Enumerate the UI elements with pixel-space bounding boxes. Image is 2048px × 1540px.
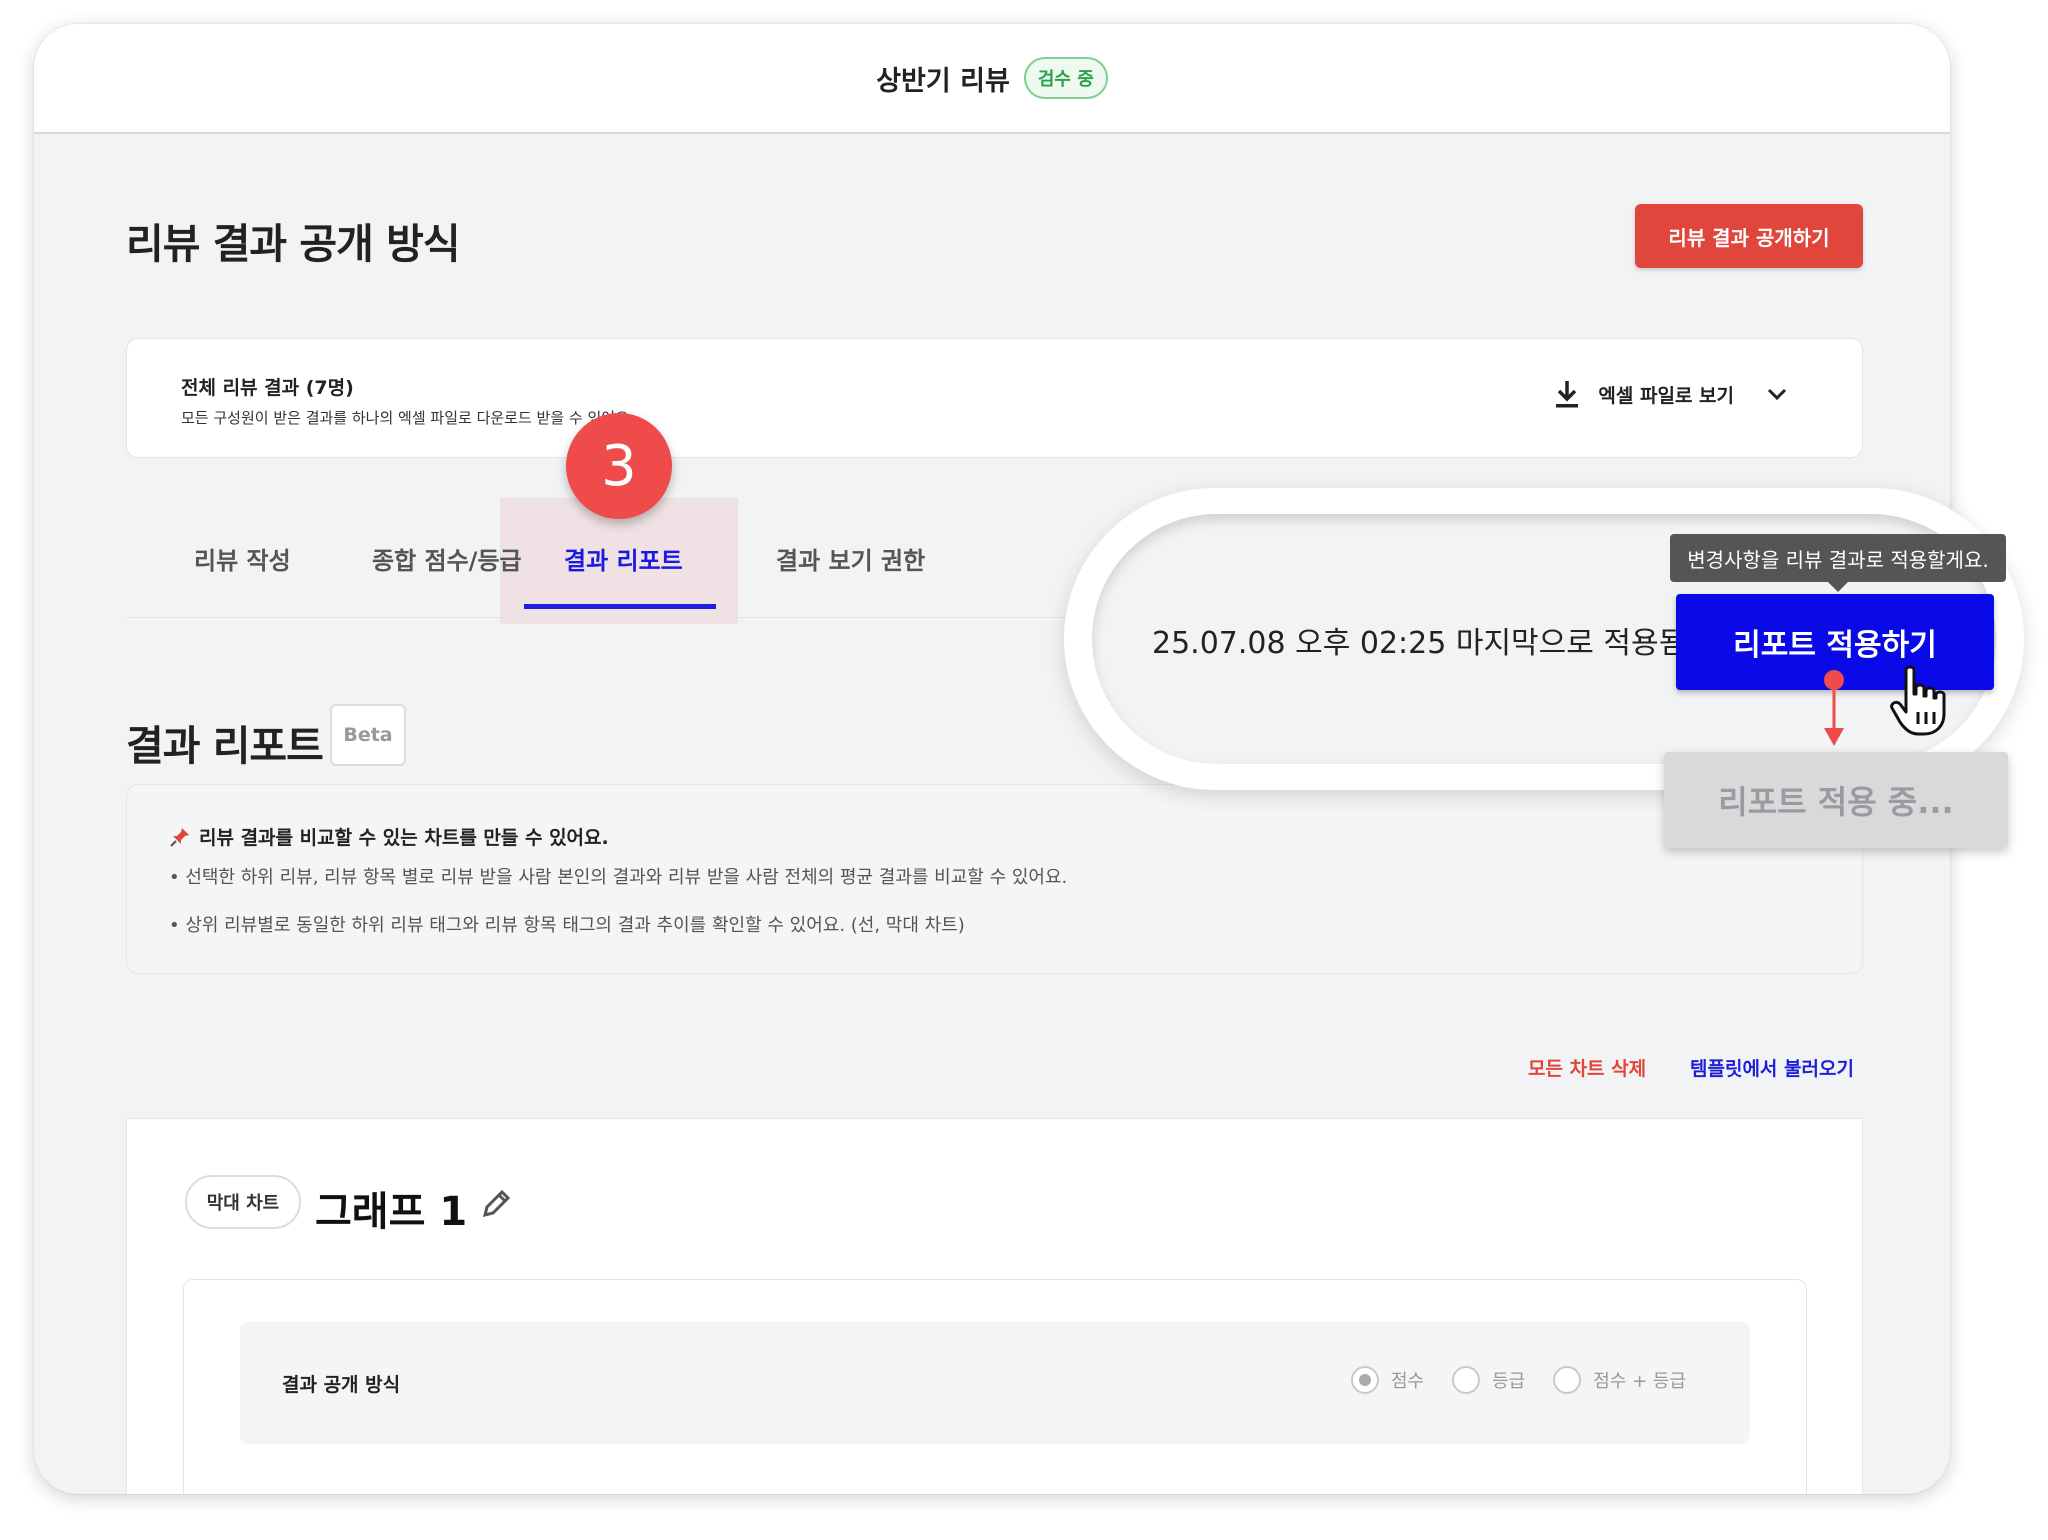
info-card: 리뷰 결과를 비교할 수 있는 차트를 만들 수 있어요. • 선택한 하위 리… — [126, 784, 1863, 974]
hand-cursor-icon — [1890, 665, 1946, 736]
display-option-label: 결과 공개 방식 — [282, 1374, 401, 1396]
radio-grade[interactable]: 등급 — [1452, 1366, 1525, 1394]
tab-result-permission[interactable]: 결과 보기 권한 — [776, 498, 925, 618]
apply-tooltip: 변경사항을 리뷰 결과로 적용할게요. — [1670, 534, 2006, 592]
review-title: 상반기 리뷰 — [876, 65, 1010, 97]
info-headline-row: 리뷰 결과를 비교할 수 있는 차트를 만들 수 있어요. — [169, 823, 609, 850]
radio-dot[interactable] — [1350, 1366, 1379, 1394]
info-bullet: • 상위 리뷰별로 동일한 하위 리뷰 태그와 리뷰 항목 태그의 결과 추이를… — [169, 915, 965, 936]
info-bullet: • 선택한 하위 리뷰, 리뷰 항목 별로 리뷰 받을 사람 본인의 결과와 리… — [169, 867, 1068, 888]
beta-badge: Beta — [330, 704, 406, 766]
display-option-row: 결과 공개 방식 점수 등급 점수 + 등급 — [240, 1322, 1750, 1444]
chevron-down-icon — [1767, 388, 1787, 401]
summary-description: 모든 구성원이 받은 결과를 하나의 엑셀 파일로 다운로드 받을 수 있어요. — [181, 409, 634, 427]
status-badge: 검수 중 — [1023, 57, 1108, 99]
load-template-link[interactable]: 템플릿에서 불러오기 — [1690, 1054, 1854, 1081]
section-title: 결과 리포트 — [126, 722, 324, 770]
pencil-icon[interactable] — [479, 1187, 513, 1221]
chart-settings-panel: 결과 공개 방식 점수 등급 점수 + 등급 — [183, 1279, 1807, 1494]
radio-score[interactable]: 점수 — [1350, 1366, 1424, 1394]
info-headline: 리뷰 결과를 비교할 수 있는 차트를 만들 수 있어요. — [199, 827, 609, 849]
radio-dot[interactable] — [1452, 1366, 1481, 1394]
page-title: 리뷰 결과 공개 방식 — [126, 220, 461, 268]
excel-label: 엑셀 파일로 보기 — [1598, 384, 1734, 407]
radio-dot[interactable] — [1553, 1366, 1582, 1394]
radio-score-grade[interactable]: 점수 + 등급 — [1553, 1366, 1686, 1394]
excel-download-button[interactable]: 엑셀 파일로 보기 — [1554, 379, 1790, 409]
tab-review-write[interactable]: 리뷰 작성 — [194, 498, 291, 618]
delete-all-charts-link[interactable]: 모든 차트 삭제 — [1528, 1054, 1646, 1081]
download-icon — [1556, 381, 1579, 408]
applying-report-button: 리포트 적용 중... — [1664, 752, 2008, 848]
display-option-radios: 점수 등급 점수 + 등급 — [1350, 1366, 1686, 1394]
arrow-down-icon — [1824, 670, 1844, 746]
step-badge: 3 — [566, 413, 672, 519]
active-tab-underline — [524, 604, 716, 609]
tab-overall-score[interactable]: 종합 점수/등급 — [372, 498, 522, 618]
summary-card: 전체 리뷰 결과 (7명) 모든 구성원이 받은 결과를 하나의 엑셀 파일로 … — [126, 338, 1863, 458]
graph-title: 그래프 1 — [315, 1189, 468, 1235]
pin-icon — [170, 827, 189, 847]
chart-type-badge[interactable]: 막대 차트 — [185, 1175, 301, 1229]
chart-card: 막대 차트 그래프 1 결과 공개 방식 점수 등급 점수 + 등급 — [126, 1118, 1863, 1494]
top-bar: 상반기 리뷰 검수 중 — [34, 24, 1950, 134]
summary-title: 전체 리뷰 결과 (7명) — [181, 377, 354, 399]
last-applied-text: 25.07.08 오후 02:25 마지막으로 적용됨 — [1152, 626, 1687, 661]
publish-results-button[interactable]: 리뷰 결과 공개하기 — [1635, 204, 1863, 268]
